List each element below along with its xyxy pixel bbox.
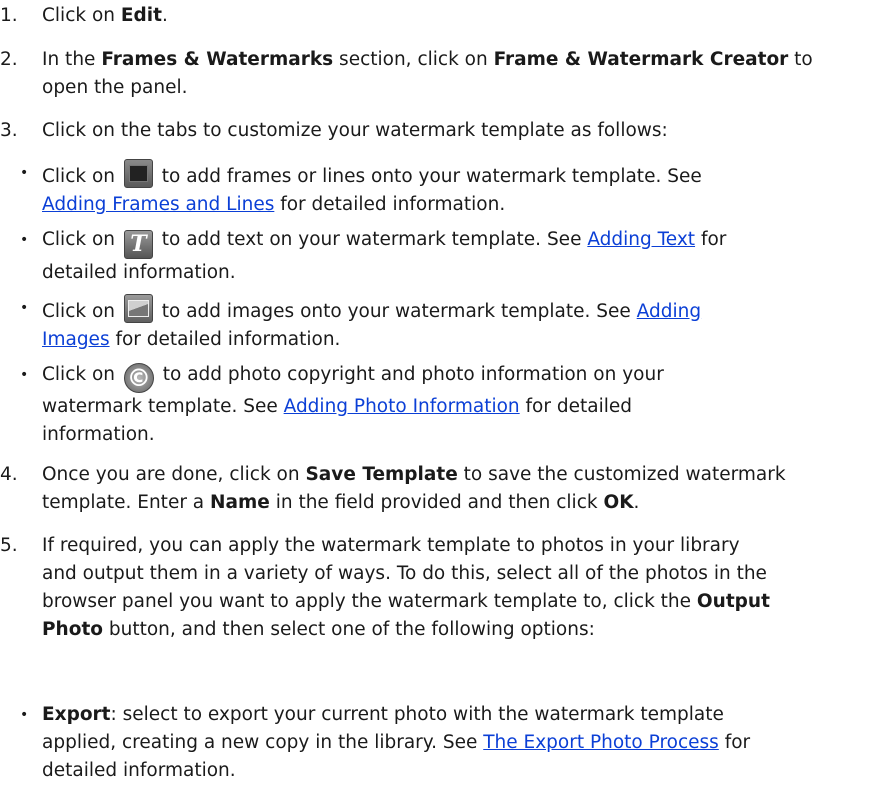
step-number: 3.	[0, 120, 18, 141]
step-text: Click on	[42, 5, 121, 26]
save-template-label: Save Template	[305, 464, 458, 485]
step-number: 1.	[0, 5, 18, 26]
step-text-line1: If required, you can apply the watermark…	[42, 535, 740, 556]
step-text-end: to	[788, 49, 813, 70]
bullet-text-line3: information.	[42, 424, 155, 445]
adding-text-link[interactable]: Adding Text	[587, 229, 695, 250]
bullet-text-line3: detailed information.	[42, 760, 236, 781]
step-text-end: .	[161, 5, 168, 26]
edit-label: Edit	[120, 5, 162, 26]
output-photo-label: Output	[696, 591, 770, 612]
step-text-mid: section, click on	[333, 49, 494, 70]
text-icon: T	[123, 230, 153, 259]
step-text-cont: to save the customized watermark	[457, 464, 786, 485]
adding-images-link-cont[interactable]: Images	[42, 329, 110, 350]
name-label: Name	[210, 492, 270, 513]
adding-photo-information-link[interactable]: Adding Photo Information	[284, 396, 520, 417]
step-text: In the	[42, 49, 102, 70]
bullet-text-end: for detailed information.	[274, 194, 506, 215]
bullet-text: Click on	[42, 166, 121, 187]
step-text-line2: open the panel.	[42, 77, 188, 98]
step-text-line2-mid: in the field provided and then click	[269, 492, 604, 513]
bullet-text-cont: to add text on your watermark template. …	[155, 229, 588, 250]
bullet-text-line2: applied, creating a new copy in the libr…	[42, 732, 484, 753]
export-label: Export	[42, 704, 111, 725]
step-text-line2: template. Enter a	[42, 492, 211, 513]
bullet-text: Click on	[42, 301, 121, 322]
bullet-dot: •	[20, 232, 29, 248]
frame-watermark-creator-label: Frame & Watermark Creator	[493, 49, 789, 70]
bullet-text: Click on	[42, 229, 121, 250]
step-text-line3: browser panel you want to apply the wate…	[42, 591, 697, 612]
bullet-text-line2-end: for detailed	[519, 396, 632, 417]
step-text: Click on the tabs to customize your wate…	[42, 120, 668, 141]
step-text-line2-end: .	[633, 492, 640, 513]
bullet-text-line2: watermark template. See	[42, 396, 284, 417]
bullet-text-end: for detailed information.	[109, 329, 341, 350]
frame-icon	[123, 159, 153, 188]
export-photo-process-link[interactable]: The Export Photo Process	[483, 732, 719, 753]
bullet-text-cont: to add frames or lines onto your waterma…	[155, 166, 702, 187]
step-number: 4.	[0, 464, 18, 485]
step-text-line2: and output them in a variety of ways. To…	[42, 563, 767, 584]
ok-label: OK	[603, 492, 634, 513]
step-text: Once you are done, click on	[42, 464, 306, 485]
image-icon	[123, 294, 153, 323]
adding-images-link[interactable]: Adding	[637, 301, 701, 322]
bullet-text: Click on	[42, 364, 121, 385]
bullet-dot: •	[20, 165, 29, 181]
adding-frames-link[interactable]: Adding Frames and Lines	[42, 194, 274, 215]
step-number: 5.	[0, 535, 18, 556]
bullet-dot: •	[20, 707, 29, 723]
bullet-text-cont: to add images onto your watermark templa…	[155, 301, 637, 322]
step-number: 2.	[0, 49, 18, 70]
bullet-dot: •	[20, 300, 29, 316]
bullet-text-line2: detailed information.	[42, 262, 236, 283]
bullet-text-cont: to add photo copyright and photo informa…	[156, 364, 664, 385]
bullet-text-end: for	[695, 229, 727, 250]
copyright-icon: ©	[123, 363, 154, 393]
frames-watermarks-label: Frames & Watermarks	[101, 49, 334, 70]
step-text-line4: button, and then select one of the follo…	[103, 619, 595, 640]
bullet-dot: •	[20, 367, 29, 383]
bullet-text-line2-end: for	[718, 732, 751, 753]
bullet-text: : select to export your current photo wi…	[110, 704, 724, 725]
output-photo-label-cont: Photo	[42, 619, 103, 640]
